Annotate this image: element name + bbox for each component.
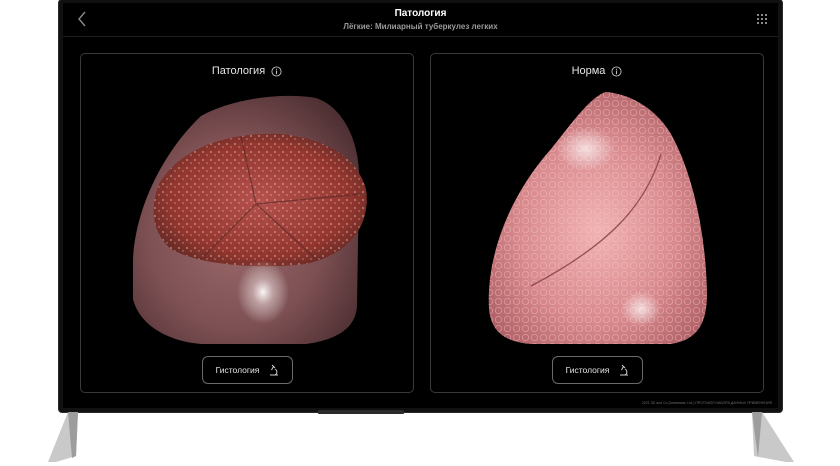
page-title: Патология [394, 8, 447, 19]
tv-bottom-bar [318, 410, 404, 414]
normal-lung-model[interactable] [431, 54, 764, 354]
tv-right-leg [752, 412, 794, 462]
tv-left-leg [48, 412, 78, 462]
app-screen: Патология Лёгкие: Милиарный туберкулез л… [63, 3, 778, 408]
histology-button-label: Гистология [565, 365, 610, 375]
pathology-histology-button[interactable]: Гистология [202, 356, 293, 384]
menu-button[interactable] [756, 12, 768, 24]
grid-dots-icon [757, 14, 767, 24]
normal-histology-button[interactable]: Гистология [552, 356, 643, 384]
microscope-icon [270, 364, 279, 376]
footer-legal-text: 2021 3D and Co (Анатомия, Ltd.) ПРОТОКОЛ… [641, 401, 772, 405]
pathology-lung-model[interactable] [81, 54, 414, 354]
histology-button-label: Гистология [215, 365, 260, 375]
top-bar: Патология Лёгкие: Милиарный туберкулез л… [63, 3, 778, 37]
tv-frame: Патология Лёгкие: Милиарный туберкулез л… [59, 0, 782, 412]
microscope-icon [620, 364, 629, 376]
normal-panel: Норма Гистология [430, 53, 764, 393]
pathology-panel: Патология Гистология [80, 53, 414, 393]
page-subtitle: Лёгкие: Милиарный туберкулез легких [343, 22, 498, 31]
